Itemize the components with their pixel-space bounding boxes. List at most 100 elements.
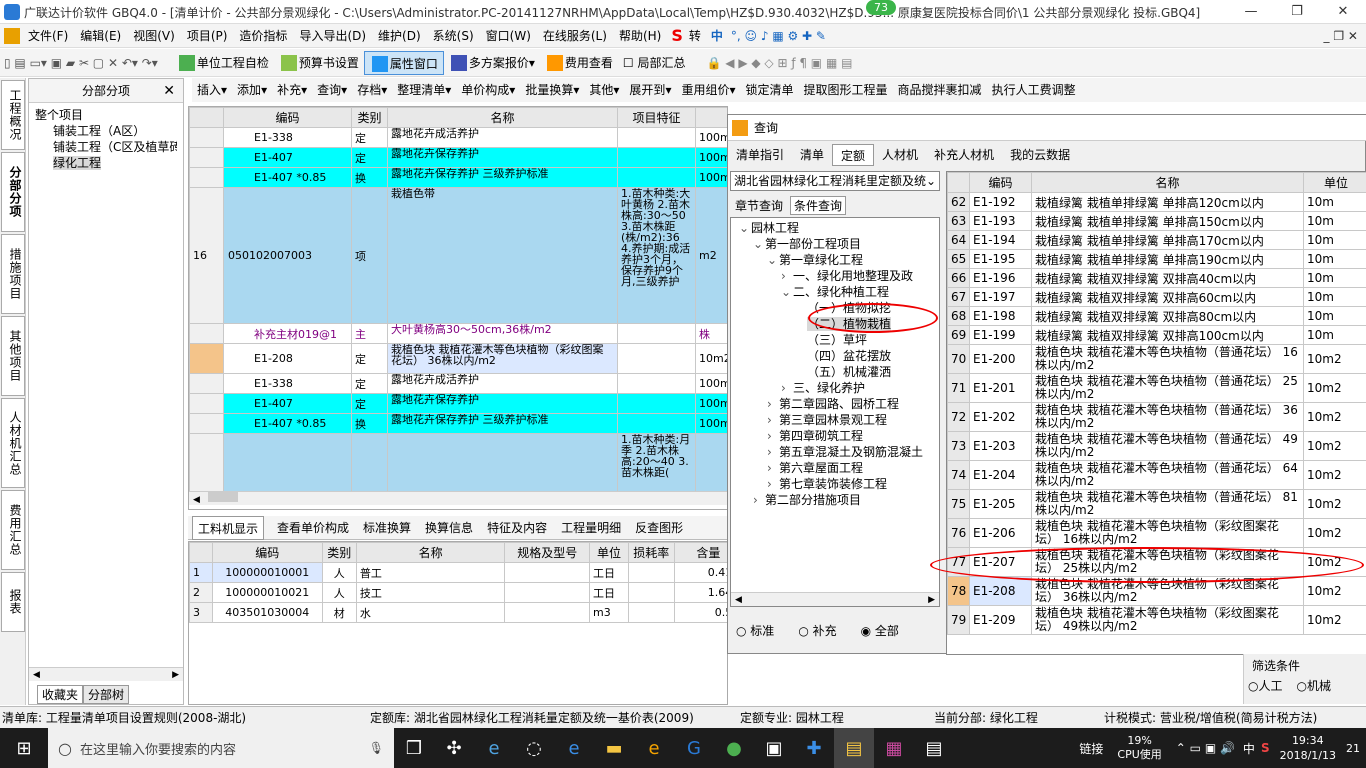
cell-no[interactable] [189, 147, 224, 168]
table-row[interactable]: 1.苗木种类:月季 2.苗木株高:20～40 3.苗木株距( [189, 433, 727, 494]
col-type[interactable]: 类别 [321, 542, 357, 563]
cell-unit[interactable]: 100m2 [695, 167, 727, 188]
extract-button[interactable]: 提取图形工程量 [799, 78, 893, 102]
col-code[interactable]: 编码 [211, 542, 323, 563]
cell-no[interactable] [189, 323, 224, 344]
cell-name[interactable]: 栽植色块 栽植花灌木等色块植物（普通花坛） 25株以内/m2 [1031, 373, 1304, 403]
cell-type[interactable]: 定 [351, 393, 388, 414]
cell-name[interactable]: 栽植绿篱 栽植单排绿篱 单排高150cm以内 [1031, 211, 1304, 231]
col-loss[interactable]: 损耗率 [627, 542, 675, 563]
cell-name[interactable]: 栽植绿篱 栽植双排绿篱 双排高60cm以内 [1031, 287, 1304, 307]
menu-view[interactable]: 视图(V) [127, 24, 181, 48]
table-row[interactable]: 71 E1-201 栽植色块 栽植花灌木等色块植物（普通花坛） 25株以内/m2 10… [947, 373, 1366, 403]
menu-project[interactable]: 项目(P) [181, 24, 234, 48]
taskbar-search[interactable]: ○ 在这里输入你要搜索的内容 🎙 [48, 728, 394, 768]
app-icon[interactable]: ✣ [434, 728, 474, 768]
cell-spec[interactable] [504, 602, 591, 623]
tree-item[interactable]: 铺装工程（A区） [35, 123, 177, 139]
cell-type[interactable]: 项 [351, 187, 388, 324]
cell-unit[interactable]: 10m [1303, 287, 1366, 307]
archive-button[interactable]: 存档▾ [352, 78, 392, 102]
chapter-tree-item[interactable]: › 第三章园林景观工程 [735, 412, 935, 428]
cell-unit[interactable]: 10m [1303, 211, 1366, 231]
cell-type[interactable]: 定 [351, 147, 388, 168]
table-row[interactable]: 67 E1-197 栽植绿篱 栽植双排绿篱 双排高60cm以内 10m [947, 287, 1366, 307]
table-row[interactable]: 16 050102007003 项栽植色带 1.苗木种类:大叶黄杨 2.苗木株高:30… [189, 187, 727, 324]
cell-unit[interactable]: 株 [695, 323, 727, 344]
cell-type[interactable]: 定 [351, 373, 388, 394]
tab-features[interactable]: 特征及内容 [482, 516, 552, 540]
col-code[interactable]: 编码 [969, 172, 1032, 193]
cell-unit[interactable]: 10m2 [1303, 576, 1366, 606]
cell-unit[interactable]: 100m2 [695, 373, 727, 394]
chapter-tree-item[interactable]: › 第二章园路、园桥工程 [735, 396, 935, 412]
gbq-active-icon[interactable]: ▤ [834, 728, 874, 768]
cell-feature[interactable] [617, 373, 696, 394]
deduct-button[interactable]: 商品搅拌裹扣减 [893, 78, 987, 102]
tab-bill[interactable]: 清单 [792, 144, 832, 166]
cell-code[interactable]: E1-192 [969, 192, 1032, 212]
lock-button[interactable]: 锁定清单 [741, 78, 799, 102]
expand-button[interactable]: 展开到▾ [624, 78, 676, 102]
cell-unit[interactable]: 10m2 [1303, 547, 1366, 577]
tab-bill-guide[interactable]: 清单指引 [728, 144, 792, 166]
cell-n[interactable]: 62 [947, 192, 970, 212]
cell-unit[interactable]: 10m2 [1303, 373, 1366, 403]
edge-icon[interactable]: e [554, 728, 594, 768]
cell-type[interactable]: 主 [351, 323, 388, 344]
ie-icon[interactable]: e [634, 728, 674, 768]
tree-item-root[interactable]: 整个项目 [35, 107, 177, 123]
cell-type[interactable]: 定 [351, 343, 388, 374]
cell-no[interactable] [189, 393, 224, 414]
property-window-button[interactable]: 属性窗口 [363, 50, 444, 75]
cell-n[interactable]: 75 [947, 489, 970, 519]
cell-feature[interactable] [617, 167, 696, 188]
table-row[interactable]: 76 E1-206 栽植色块 栽植花灌木等色块植物（彩纹图案花坛） 16株以内/m2… [947, 518, 1366, 548]
cell-name[interactable]: 栽植绿篱 栽植单排绿篱 单排高120cm以内 [1031, 192, 1304, 212]
tab-quantity-detail[interactable]: 工程量明细 [556, 516, 626, 540]
cell-code[interactable]: E1-208 [223, 343, 352, 374]
table-row[interactable]: 68 E1-198 栽植绿篱 栽植双排绿篱 双排高80cm以内 10m [947, 306, 1366, 326]
tree-scrollbar[interactable]: ◀ ▶ [29, 667, 183, 681]
cell-type[interactable]: 人 [321, 562, 357, 583]
cell-name[interactable]: 大叶黄杨高30～50cm,36株/m2 [387, 323, 618, 344]
radio-standard[interactable]: ○ 标准 [736, 622, 774, 639]
chapter-tree-item[interactable]: （一）植物拟挖 [735, 300, 935, 316]
tab-std-convert[interactable]: 标准换算 [358, 516, 416, 540]
chapter-tree-item[interactable]: ⌄ 二、绿化种植工程 [735, 284, 935, 300]
cell-no[interactable]: 3 [189, 602, 213, 623]
cell-code[interactable]: E1-197 [969, 287, 1032, 307]
chapter-tree-item[interactable]: （三）草坪 [735, 332, 935, 348]
multi-scheme-button[interactable]: 多方案报价▾ [444, 51, 540, 75]
table-row[interactable]: 74 E1-204 栽植色块 栽植花灌木等色块植物（普通花坛） 64株以内/m2 10… [947, 460, 1366, 490]
cell-code[interactable]: E1-196 [969, 268, 1032, 288]
tab-labor-material[interactable]: 人材机汇总 [1, 398, 25, 488]
cell-n[interactable]: 63 [947, 211, 970, 231]
chapter-tree-item[interactable]: › 一、绿化用地整理及政 [735, 268, 935, 284]
cell-n[interactable]: 64 [947, 230, 970, 250]
ie-icon[interactable]: e [474, 728, 514, 768]
cell-n[interactable]: 69 [947, 325, 970, 345]
cell-no[interactable]: 16 [189, 187, 224, 324]
cell-name[interactable]: 技工 [355, 582, 506, 603]
app-icon[interactable]: ▣ [754, 728, 794, 768]
cell-name[interactable]: 栽植色块 栽植花灌木等色块植物（普通花坛） 49株以内/m2 [1031, 431, 1304, 461]
tab-favorites[interactable]: 收藏夹 [37, 684, 84, 704]
menu-index[interactable]: 造价指标 [233, 24, 293, 48]
table-row[interactable]: 补充主材019@1 主大叶黄杨高30～50cm,36株/m2 株 [189, 323, 727, 344]
folder-icon[interactable]: ▬ [594, 728, 634, 768]
cell-code[interactable]: E1-407 [223, 393, 352, 414]
cell-n[interactable]: 65 [947, 249, 970, 269]
cell-code[interactable]: E1-193 [969, 211, 1032, 231]
cell-feature[interactable] [617, 147, 696, 168]
col-name[interactable]: 名称 [387, 107, 618, 128]
cell-unit[interactable]: 10m2 [1303, 489, 1366, 519]
cell-n[interactable]: 73 [947, 431, 970, 461]
mdi-controls[interactable]: _ ❐ ✕ [1324, 29, 1366, 43]
task-view-icon[interactable]: ❒ [394, 728, 434, 768]
table-row[interactable]: 65 E1-195 栽植绿篱 栽植单排绿篱 单排高190cm以内 10m [947, 249, 1366, 269]
cell-name[interactable]: 栽植绿篱 栽植单排绿篱 单排高190cm以内 [1031, 249, 1304, 269]
cell-name[interactable]: 栽植色块 栽植花灌木等色块植物（彩纹图案花坛） 16株以内/m2 [1031, 518, 1304, 548]
cell-unit[interactable]: 10m [1303, 325, 1366, 345]
menu-online[interactable]: 在线服务(L) [537, 24, 613, 48]
